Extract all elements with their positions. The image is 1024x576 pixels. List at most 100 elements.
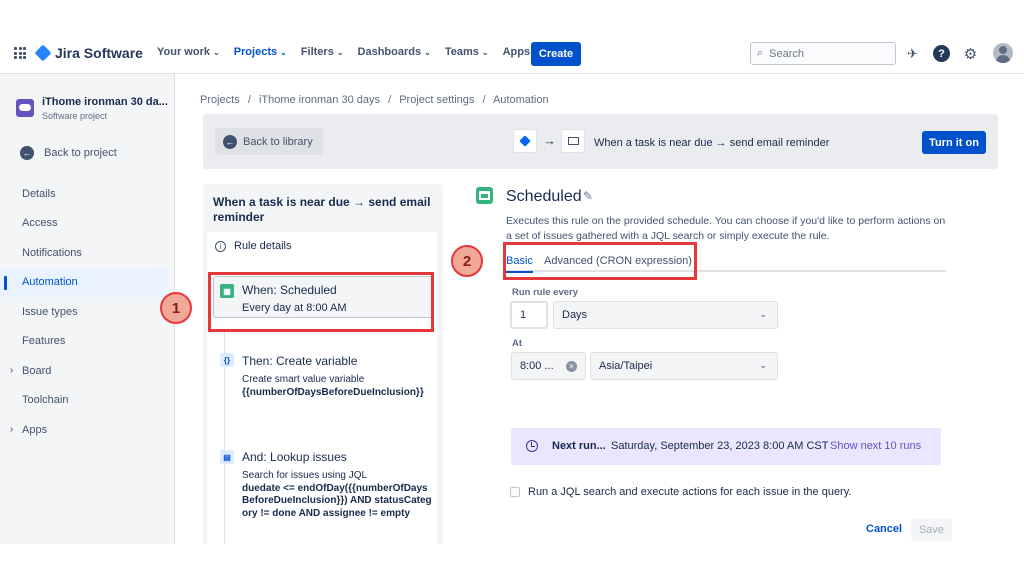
step-desc-text: Create smart value variable [242,374,365,385]
save-button[interactable]: Save [911,519,952,541]
time-value: 8:00 ... [520,360,554,372]
sidebar-item-label: Issue types [22,305,78,318]
tab-basic[interactable]: Basic [506,255,533,273]
primary-nav: Your work ⌄ Projects ⌄ Filters ⌄ Dashboards… [157,46,540,58]
sidebar-item-board[interactable]: › Board [0,356,175,386]
step-desc-text: Search for issues using JQL [242,470,368,481]
step-desc-code: duedate <= endOfDay({{numberOfDaysBefore… [242,482,432,519]
nav-filters[interactable]: Filters ⌄ [301,46,344,58]
nav-teams[interactable]: Teams ⌄ [445,46,489,58]
schedule-tabs: Basic Advanced (CRON expression) [506,254,946,273]
schedule-calendar-icon [476,187,493,204]
nav-label: Filters [300,46,334,58]
chevron-down-icon: ⌄ [280,47,287,57]
email-icon [567,137,579,145]
create-button[interactable]: Create [531,42,581,66]
nav-label: Apps [502,46,531,58]
callout-number-1: 1 [160,292,192,324]
sidebar-item-access[interactable]: Access [0,209,175,239]
rule-steps-card: i Rule details ▦ When: Scheduled Every d… [207,232,437,544]
step-create-variable[interactable]: {} Then: Create variable Create smart va… [213,350,433,420]
sidebar-item-details[interactable]: Details [0,179,175,209]
step-desc-code: {{numberOfDaysBeforeDueInclusion}} [242,386,424,398]
project-cloud-icon [16,99,34,117]
step-desc: Search for issues using JQL duedate <= e… [242,470,432,520]
notifications-icon[interactable]: ✈ [904,45,921,62]
step-desc: Every day at 8:00 AM [242,302,347,314]
callout-number-2: 2 [451,245,483,277]
sidebar-item-notifications[interactable]: Notifications [0,238,175,268]
settings-icon[interactable]: ⚙ [962,45,979,63]
app-switcher-icon[interactable] [14,47,26,59]
sidebar-item-label: Details [22,187,56,200]
run-every-input[interactable]: 1 [510,301,548,329]
rule-chain-panel: When a task is near due → send email rem… [203,184,443,544]
sidebar-item-toolchain[interactable]: Toolchain [0,386,175,416]
trigger-icon [519,135,531,147]
tab-advanced-cron[interactable]: Advanced (CRON expression) [544,255,692,267]
time-input[interactable]: 8:00 ... × [511,352,586,380]
project-header[interactable]: iThome ironman 30 da... Software project [16,96,168,121]
screenshot-frame: Jira Software Your work ⌄ Projects ⌄ Filte… [0,0,1024,576]
search-placeholder: Search [769,47,805,60]
sidebar-item-issue-types[interactable]: Issue types [0,297,175,327]
jira-logo[interactable]: Jira Software [34,44,143,62]
sidebar-item-label: Notifications [22,246,82,259]
step-when-scheduled[interactable]: ▦ When: Scheduled Every day at 8:00 AM [213,276,433,318]
project-name: iThome ironman 30 da... [42,96,168,108]
action-icon-box [561,129,585,153]
sidebar-item-automation[interactable]: Automation [0,267,168,297]
turn-it-on-button[interactable]: Turn it on [922,131,986,154]
help-icon[interactable]: ? [933,45,950,62]
breadcrumb-separator: / [388,94,392,106]
breadcrumb-separator: / [247,94,251,106]
banner-rule-title: When a task is near due → send email rem… [594,137,830,149]
jql-checkbox[interactable] [510,487,520,497]
rule-details-link[interactable]: i Rule details [215,240,291,252]
pencil-icon[interactable]: ✎ [583,189,593,203]
at-label: At [512,338,523,349]
chevron-right-icon: › [10,424,14,436]
jql-checkbox-label: Run a JQL search and execute actions for… [528,486,852,498]
project-sidebar: iThome ironman 30 da... Software project… [0,74,175,544]
sidebar-item-apps[interactable]: › Apps [0,415,175,445]
nav-projects[interactable]: Projects ⌄ [234,46,287,58]
show-next-runs-link[interactable]: Show next 10 runs [830,440,921,452]
rule-title: When a task is near due → send email rem… [213,195,431,224]
timezone-value: Asia/Taipei [599,360,653,372]
run-every-unit-select[interactable]: Days ⌄ [553,301,778,329]
search-icon: ⌕ [757,47,764,59]
timezone-select[interactable]: Asia/Taipei ⌄ [590,352,778,380]
step-title: And: Lookup issues [242,450,347,464]
jql-checkbox-row[interactable]: Run a JQL search and execute actions for… [510,486,851,498]
back-to-project-link[interactable]: ← Back to project [20,146,117,160]
settings-nav: Details Access Notifications Automation … [0,179,175,445]
breadcrumb-automation[interactable]: Automation [493,94,549,106]
cancel-button[interactable]: Cancel [866,523,902,535]
sidebar-item-label: Apps [22,423,48,436]
breadcrumb-project-settings[interactable]: Project settings [399,94,474,106]
calendar-icon: ▦ [220,284,234,298]
search-input[interactable]: ⌕ Search [750,42,896,65]
nav-dashboards[interactable]: Dashboards ⌄ [358,46,431,58]
next-run-label: Next run... [552,440,606,452]
back-to-library-button[interactable]: ← Back to library [215,128,323,155]
sidebar-item-features[interactable]: Features [0,327,175,357]
avatar[interactable] [993,43,1013,63]
step-desc: Create smart value variable {{numberOfDa… [242,374,432,399]
nav-label: Dashboards [357,46,422,58]
next-run-panel: Next run... Saturday, September 23, 2023… [511,428,941,465]
breadcrumb-projects[interactable]: Projects [200,94,240,106]
next-run-date: Saturday, September 23, 2023 8:00 AM CST [611,440,829,452]
step-title: When: Scheduled [242,283,337,297]
nav-your-work[interactable]: Your work ⌄ [157,46,220,58]
clear-icon[interactable]: × [566,361,577,372]
jira-app: Jira Software Your work ⌄ Projects ⌄ Filte… [0,34,1024,544]
sidebar-item-label: Access [22,217,58,230]
chevron-down-icon: ⌄ [336,47,344,57]
step-lookup-issues[interactable]: ▤ And: Lookup issues Search for issues u… [213,446,433,544]
breadcrumb-project[interactable]: iThome ironman 30 days [259,94,380,106]
arrow-left-icon: ← [223,134,237,149]
arrow-right-icon: → [543,133,556,148]
sidebar-item-label: Automation [22,276,78,289]
